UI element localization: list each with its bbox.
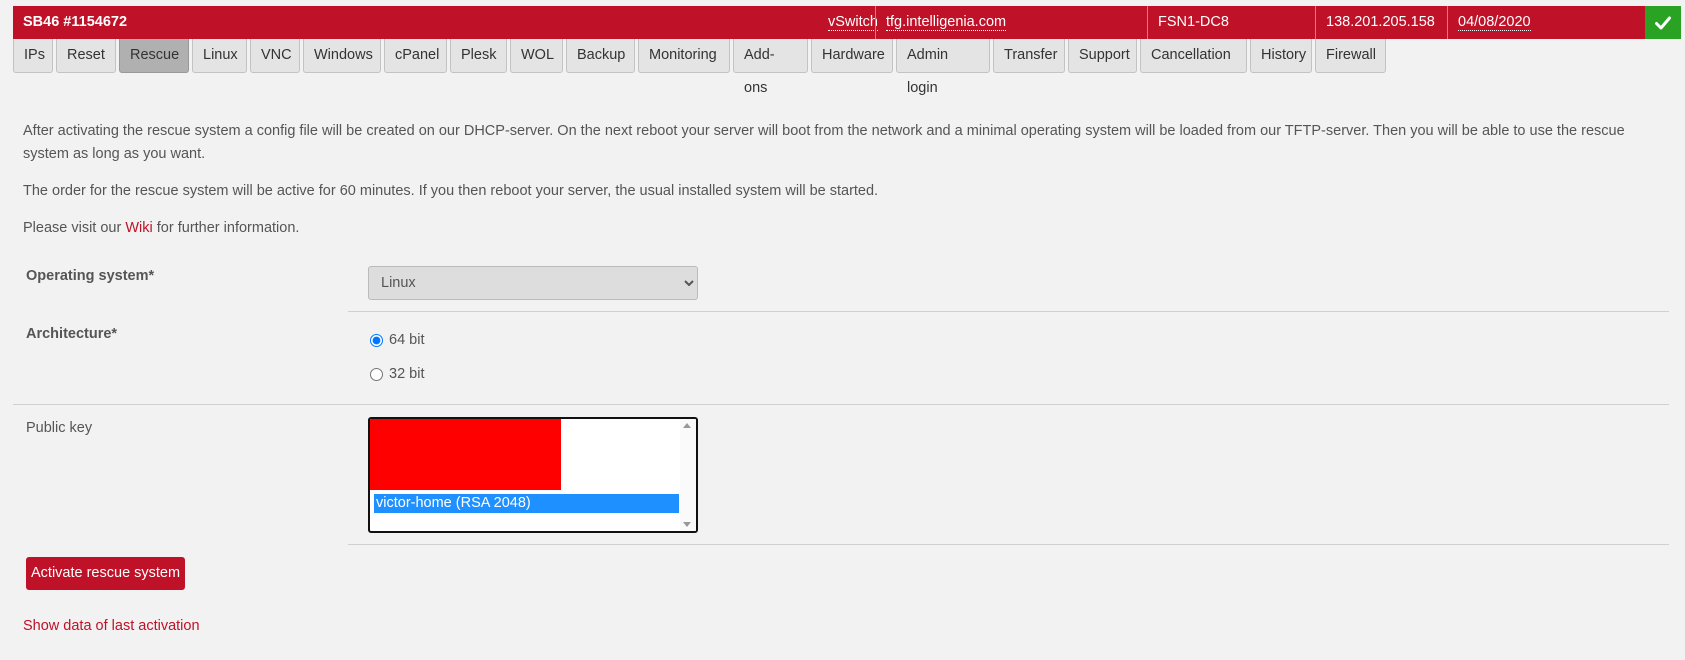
tab-label: Backup <box>577 47 626 63</box>
tab-history[interactable]: History <box>1250 39 1312 73</box>
os-select[interactable]: Linux <box>368 266 698 300</box>
public-key-option-selected[interactable]: victor-home (RSA 2048) <box>374 494 679 513</box>
arch-option-64bit[interactable]: 64 bit <box>368 332 424 348</box>
status-badge <box>1645 6 1681 39</box>
tab-cancellation[interactable]: Cancellation <box>1140 39 1247 73</box>
location-label: FSN1-DC8 <box>1158 14 1229 30</box>
tab-label: Add-ons <box>744 47 775 96</box>
public-key-listbox[interactable]: victor-home (RSA 2048) <box>368 417 698 533</box>
public-key-label: Public key <box>26 420 93 436</box>
date-label: 04/08/2020 <box>1458 14 1531 31</box>
wiki-text-after: for further information. <box>152 220 300 236</box>
tab-label: Windows <box>314 47 373 63</box>
hostname-link[interactable]: tfg.intelligenia.com <box>875 6 1147 39</box>
scroll-up-arrow-icon[interactable] <box>683 423 691 428</box>
date-link[interactable]: 04/08/2020 <box>1447 6 1545 39</box>
tab-label: WOL <box>521 47 555 63</box>
tab-label: Transfer <box>1004 47 1058 63</box>
vswitch-link[interactable]: vSwitch <box>818 6 878 39</box>
divider <box>13 404 1669 405</box>
tab-label: Admin login <box>907 47 949 96</box>
arch-32bit-label: 32 bit <box>389 366 425 382</box>
tab-ips[interactable]: IPs <box>13 39 53 73</box>
tab-reset[interactable]: Reset <box>56 39 116 73</box>
tab-cpanel[interactable]: cPanel <box>384 39 447 73</box>
tab-label: IPs <box>24 47 45 63</box>
tab-label: Linux <box>203 47 238 63</box>
tab-wol[interactable]: WOL <box>510 39 563 73</box>
ip-cell: 138.201.205.158 <box>1315 6 1447 39</box>
vswitch-link-label: vSwitch <box>828 14 878 31</box>
tab-label: cPanel <box>395 47 440 63</box>
tab-addons[interactable]: Add-ons <box>733 39 808 96</box>
show-last-activation-link[interactable]: Show data of last activation <box>23 618 200 634</box>
tab-monitoring[interactable]: Monitoring <box>638 39 730 73</box>
activate-rescue-button[interactable]: Activate rescue system <box>26 557 186 590</box>
intro-paragraph-duration: The order for the rescue system will be … <box>23 183 879 199</box>
tab-linux[interactable]: Linux <box>192 39 247 73</box>
tab-label: Rescue <box>130 47 180 63</box>
arch-32bit-radio[interactable] <box>370 367 383 381</box>
check-icon <box>1655 16 1671 29</box>
tab-label: Monitoring <box>649 47 717 63</box>
tab-backup[interactable]: Backup <box>566 39 635 73</box>
redacted-key-entries <box>370 419 561 490</box>
tab-hardware[interactable]: Hardware <box>811 39 893 73</box>
tab-label: VNC <box>261 47 292 63</box>
tab-vnc[interactable]: VNC <box>250 39 300 73</box>
wiki-text-before: Please visit our <box>23 220 126 236</box>
tab-label: Reset <box>67 47 105 63</box>
tab-label: Plesk <box>461 47 497 63</box>
architecture-label: Architecture* <box>26 326 118 342</box>
wiki-link[interactable]: Wiki <box>125 220 152 236</box>
tab-label: Cancellation <box>1151 47 1231 63</box>
tab-label: Firewall <box>1326 47 1376 63</box>
server-header-bar: SB46 #1154672 vSwitch tfg.intelligenia.c… <box>13 6 1681 39</box>
os-label: Operating system* <box>26 268 155 284</box>
tab-label: Hardware <box>822 47 885 63</box>
tab-label: History <box>1261 47 1307 63</box>
tab-rescue[interactable]: Rescue <box>119 39 189 73</box>
tab-label: Support <box>1079 47 1130 63</box>
tab-plesk[interactable]: Plesk <box>450 39 507 73</box>
hostname-label: tfg.intelligenia.com <box>886 14 1007 31</box>
arch-64bit-radio[interactable] <box>370 333 383 347</box>
ip-label: 138.201.205.158 <box>1326 14 1435 30</box>
arch-64bit-label: 64 bit <box>389 332 425 348</box>
arch-option-32bit[interactable]: 32 bit <box>368 366 424 382</box>
tab-firewall[interactable]: Firewall <box>1315 39 1386 73</box>
tab-windows[interactable]: Windows <box>303 39 381 73</box>
tab-transfer[interactable]: Transfer <box>993 39 1065 73</box>
tab-support[interactable]: Support <box>1068 39 1137 73</box>
divider <box>348 544 1669 545</box>
server-title: SB46 #1154672 <box>23 14 128 30</box>
intro-paragraph-wiki: Please visit our Wiki for further inform… <box>23 217 1673 240</box>
tab-admin-login[interactable]: Admin login <box>896 39 990 96</box>
divider <box>348 311 1669 312</box>
listbox-scrollbar[interactable] <box>680 419 696 531</box>
intro-paragraph-dhcp: After activating the rescue system a con… <box>23 123 1625 162</box>
location-cell: FSN1-DC8 <box>1147 6 1315 39</box>
scroll-down-arrow-icon[interactable] <box>683 522 691 527</box>
